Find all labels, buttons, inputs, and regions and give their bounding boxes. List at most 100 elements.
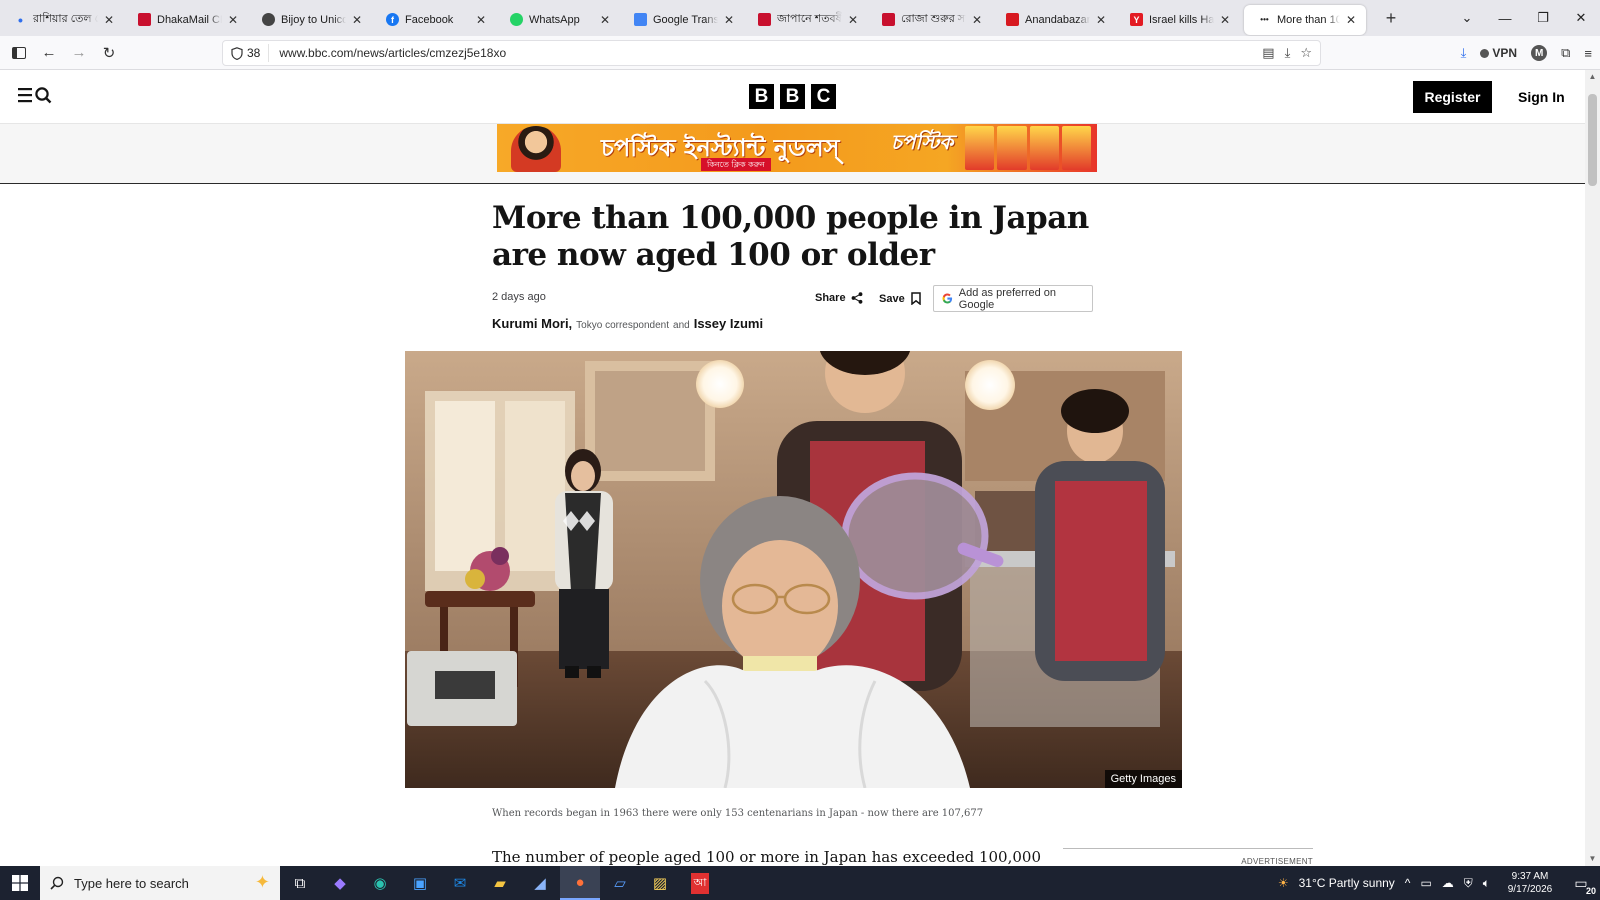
back-button[interactable]: ←: [34, 40, 64, 66]
save-button[interactable]: Save: [879, 292, 921, 305]
tab-title: রোজা শুরুর সম্ভাব্য: [901, 13, 966, 25]
menu-search-button[interactable]: [18, 86, 52, 104]
firefox-icon[interactable]: ●: [560, 866, 600, 900]
minimize-button[interactable]: —: [1486, 11, 1524, 26]
taskbar-clock[interactable]: 9:37 AM 9/17/2026: [1500, 870, 1560, 896]
scroll-down-arrow-icon[interactable]: ▼: [1585, 852, 1600, 866]
notes-app-icon[interactable]: ◢: [520, 866, 560, 900]
weather-icon[interactable]: ☀: [1278, 876, 1289, 890]
downloads-icon[interactable]: ⤓: [1461, 45, 1467, 61]
show-hidden-icons-icon[interactable]: ^: [1405, 876, 1411, 890]
share-button[interactable]: Share: [815, 292, 863, 304]
clock-time: 9:37 AM: [1511, 871, 1549, 882]
microsoft-store-icon[interactable]: ▣: [400, 866, 440, 900]
ad-product-packs: [965, 126, 1091, 170]
weather-text[interactable]: 31°C Partly sunny: [1299, 876, 1395, 890]
close-window-button[interactable]: ✕: [1562, 10, 1600, 26]
tab-title: WhatsApp: [529, 13, 580, 26]
browser-tab[interactable]: f Facebook ✕: [372, 5, 496, 35]
author-name: Kurumi Mori,: [492, 316, 573, 331]
browser-tab[interactable]: Google Translate ✕: [620, 5, 744, 35]
taskbar-search-box[interactable]: Type here to search ✦: [40, 866, 280, 900]
browser-tab[interactable]: • রাশিয়ার তেল কেনা ✕: [0, 5, 124, 35]
tab-close-icon[interactable]: ✕: [722, 13, 736, 27]
bangla-keyboard-icon[interactable]: আ: [680, 866, 720, 900]
extensions-icon[interactable]: ⧉: [1561, 45, 1570, 61]
task-view-icon[interactable]: ⧉: [280, 866, 320, 900]
tab-close-icon[interactable]: ✕: [474, 13, 488, 27]
vpn-button[interactable]: VPN: [1480, 46, 1517, 60]
sparkle-icon: ✦: [254, 872, 270, 892]
article-timestamp: 2 days ago: [492, 291, 546, 303]
start-button[interactable]: [0, 866, 40, 900]
add-preferred-google-button[interactable]: Add as preferred on Google: [933, 285, 1093, 312]
bbc-logo[interactable]: B B C: [749, 84, 836, 109]
copilot-icon[interactable]: ◆: [320, 866, 360, 900]
profile-avatar[interactable]: M: [1531, 45, 1548, 61]
tab-title: জাপানে শতবর্ষী মা: [777, 13, 842, 25]
globe-icon: [262, 13, 275, 26]
news-icon: [882, 13, 895, 26]
notification-center-button[interactable]: ▭ 20: [1570, 873, 1596, 896]
app-menu-icon[interactable]: ≡: [1584, 46, 1592, 61]
tab-close-icon[interactable]: ✕: [598, 13, 612, 27]
noodles-ad-banner[interactable]: চপস্টিক ইনস্ট্যান্ট নুডলস্ কিনতে ক্লিক ক…: [497, 124, 1097, 172]
browser-tab[interactable]: Anandabazar Patrika ✕: [992, 5, 1116, 35]
tab-title: DhakaMail CMS: [157, 13, 222, 26]
restore-button[interactable]: ❐: [1524, 10, 1562, 26]
bookmark-star-icon[interactable]: ☆: [1300, 45, 1312, 61]
tab-close-icon[interactable]: ✕: [1344, 13, 1358, 27]
author-name: Issey Izumi: [693, 316, 764, 331]
menu-search-icon: [18, 87, 52, 104]
browser-tab[interactable]: DhakaMail CMS ✕: [124, 5, 248, 35]
tab-close-icon[interactable]: ✕: [350, 13, 364, 27]
scrollbar-thumb[interactable]: [1588, 94, 1597, 186]
sign-in-link[interactable]: Sign In: [1518, 89, 1565, 105]
bookmark-icon: [910, 292, 921, 305]
share-icon: [851, 292, 862, 304]
reload-button[interactable]: ↻: [94, 40, 124, 66]
browser-tab[interactable]: Bijoy to Unicode ✕: [248, 5, 372, 35]
security-icon[interactable]: ⛨: [1464, 876, 1473, 891]
browser-tab[interactable]: জাপানে শতবর্ষী মা ✕: [744, 5, 868, 35]
tab-close-icon[interactable]: ✕: [970, 13, 984, 27]
browser-tab[interactable]: ••• More than 100,000 ✕: [1244, 4, 1366, 35]
new-tab-button[interactable]: +: [1376, 8, 1406, 29]
mail-app-icon[interactable]: ▱: [600, 866, 640, 900]
tab-close-icon[interactable]: ✕: [846, 13, 860, 27]
logo-letter: C: [811, 84, 836, 109]
scroll-up-arrow-icon[interactable]: ▲: [1585, 70, 1600, 84]
address-bar[interactable]: 38 www.bbc.com/news/articles/cmzezj5e18x…: [222, 40, 1321, 66]
browser-tab[interactable]: রোজা শুরুর সম্ভাব্য ✕: [868, 5, 992, 35]
edge-browser-icon[interactable]: ◉: [360, 866, 400, 900]
volume-icon[interactable]: 🔈︎: [1483, 876, 1490, 891]
url-text[interactable]: www.bbc.com/news/articles/cmzezj5e18xo: [269, 46, 1262, 60]
browser-tab[interactable]: WhatsApp ✕: [496, 5, 620, 35]
page-scrollbar[interactable]: ▲ ▼: [1585, 70, 1600, 866]
browser-tab[interactable]: Y Israel kills Hamas ✕: [1116, 5, 1240, 35]
tracker-count: 38: [247, 46, 261, 60]
outlook-icon[interactable]: ✉: [440, 866, 480, 900]
file-explorer-icon[interactable]: ▰: [480, 866, 520, 900]
tab-close-icon[interactable]: ✕: [226, 13, 240, 27]
sticky-notes-icon[interactable]: ▨: [640, 866, 680, 900]
tab-close-icon[interactable]: ✕: [102, 13, 116, 27]
tracking-protection[interactable]: 38: [223, 44, 270, 62]
reader-view-icon[interactable]: ▤: [1262, 45, 1274, 61]
dot-icon: •: [18, 11, 23, 28]
sidebar-toggle-icon[interactable]: [4, 40, 34, 66]
tab-close-icon[interactable]: ✕: [1094, 13, 1108, 27]
network-icon[interactable]: ▭: [1420, 876, 1431, 890]
tab-close-icon[interactable]: ✕: [1218, 13, 1232, 27]
google-g-icon: [942, 293, 953, 304]
article-hero-image: Getty Images: [405, 351, 1182, 788]
cloud-offline-icon[interactable]: ☁: [1442, 876, 1454, 890]
facebook-icon: f: [386, 13, 399, 26]
salon-scene-image: [405, 351, 1182, 788]
ad-cta-button[interactable]: কিনতে ক্লিক করুন: [701, 158, 771, 171]
save-to-pocket-icon[interactable]: ⤓: [1285, 45, 1291, 61]
y-icon: Y: [1130, 13, 1143, 26]
forward-button[interactable]: →: [64, 40, 94, 66]
tab-list-dropdown-icon[interactable]: ⌄: [1448, 10, 1486, 26]
register-button[interactable]: Register: [1413, 81, 1492, 113]
